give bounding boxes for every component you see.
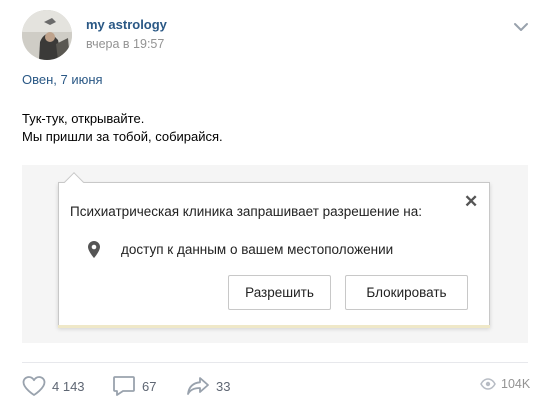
- dialog-bottom-stripe: [58, 325, 490, 328]
- chevron-down-icon[interactable]: [512, 20, 530, 34]
- share-icon: [187, 377, 209, 395]
- post-tagline[interactable]: Овен, 7 июня: [22, 72, 103, 87]
- post-text-line: Мы пришли за тобой, собирайся.: [22, 129, 223, 144]
- share-button[interactable]: 33: [186, 375, 230, 397]
- views-count: 104K: [501, 377, 531, 391]
- avatar-image: [22, 10, 72, 60]
- close-icon[interactable]: ✕: [464, 193, 478, 210]
- post-text: Тук-тук, открывайте. Мы пришли за тобой,…: [22, 110, 223, 146]
- comment-button[interactable]: 67: [112, 375, 156, 397]
- comment-icon: [113, 376, 135, 396]
- heart-icon: [22, 376, 46, 396]
- comment-count: 67: [142, 378, 157, 394]
- dialog-title: Психиатрическая клиника запрашивает разр…: [70, 204, 423, 219]
- permission-text: доступ к данным о вашем местоположении: [121, 242, 394, 257]
- eye-icon: [480, 378, 496, 390]
- post-time[interactable]: вчера в 19:57: [86, 37, 164, 51]
- avatar[interactable]: [22, 10, 72, 60]
- views-counter: 104K: [480, 377, 530, 391]
- allow-button[interactable]: Разрешить: [228, 275, 331, 310]
- post-text-line: Тук-тук, открывайте.: [22, 111, 145, 126]
- block-button[interactable]: Блокировать: [345, 275, 468, 310]
- divider: [22, 362, 528, 363]
- like-count: 4 143: [52, 378, 85, 394]
- post-card: my astrology вчера в 19:57 Овен, 7 июня …: [0, 0, 549, 411]
- like-button[interactable]: 4 143: [22, 375, 85, 397]
- post-author[interactable]: my astrology: [86, 17, 167, 32]
- location-pin-icon: [88, 241, 100, 258]
- permission-dialog: Психиатрическая клиника запрашивает разр…: [58, 172, 490, 327]
- share-count: 33: [216, 378, 231, 394]
- image-attachment[interactable]: Психиатрическая клиника запрашивает разр…: [22, 165, 528, 343]
- dialog-notch: [64, 172, 84, 192]
